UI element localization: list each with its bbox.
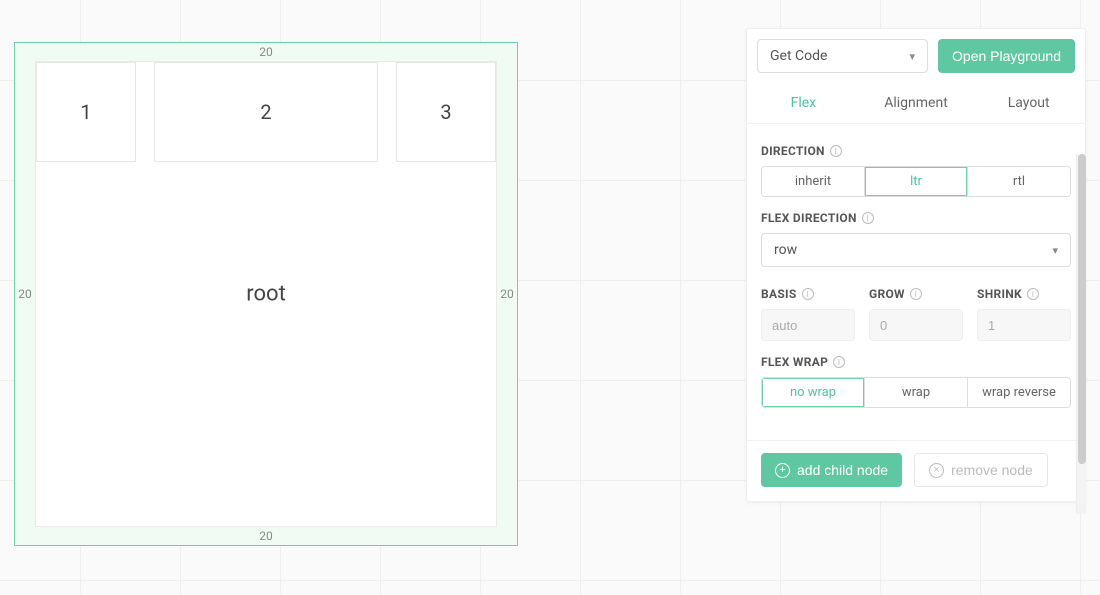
scroll-thumb[interactable] bbox=[1078, 154, 1086, 464]
direction-rtl[interactable]: rtl bbox=[967, 167, 1070, 196]
get-code-dropdown[interactable]: Get Code ▾ bbox=[757, 39, 928, 73]
open-playground-button[interactable]: Open Playground bbox=[938, 39, 1075, 73]
flex-wrap-label-text: FLEX WRAP bbox=[761, 355, 828, 369]
info-icon[interactable]: i bbox=[910, 288, 922, 300]
flex-wrap-segmented: no wrap wrap wrap reverse bbox=[761, 377, 1071, 408]
child-node-3[interactable]: 3 bbox=[396, 62, 496, 162]
shrink-input[interactable] bbox=[977, 309, 1071, 341]
tab-layout[interactable]: Layout bbox=[972, 83, 1085, 123]
root-node[interactable]: 1 2 3 root bbox=[35, 61, 497, 527]
info-icon[interactable]: i bbox=[802, 288, 814, 300]
shrink-label: SHRINK i bbox=[977, 287, 1071, 301]
info-icon[interactable]: i bbox=[862, 212, 874, 224]
open-playground-label: Open Playground bbox=[952, 48, 1061, 64]
flex-direction-value: row bbox=[774, 242, 797, 258]
plus-circle-icon: + bbox=[775, 463, 790, 478]
info-icon[interactable]: i bbox=[1027, 288, 1039, 300]
remove-node-label: remove node bbox=[951, 462, 1033, 478]
panel-body: DIRECTION i inherit ltr rtl FLEX DIRECTI… bbox=[747, 124, 1085, 440]
padding-left-label: 20 bbox=[15, 287, 35, 301]
direction-segmented: inherit ltr rtl bbox=[761, 166, 1071, 197]
add-child-label: add child node bbox=[797, 462, 888, 478]
flex-direction-label-text: FLEX DIRECTION bbox=[761, 211, 857, 225]
child-node-2[interactable]: 2 bbox=[154, 62, 378, 162]
panel-footer: + add child node × remove node bbox=[747, 440, 1085, 501]
direction-inherit[interactable]: inherit bbox=[762, 167, 864, 196]
padding-bottom-label: 20 bbox=[259, 529, 273, 543]
panel-header: Get Code ▾ Open Playground bbox=[747, 29, 1085, 83]
grow-label-text: GROW bbox=[869, 287, 905, 301]
direction-label-text: DIRECTION bbox=[761, 144, 825, 158]
add-child-node-button[interactable]: + add child node bbox=[761, 453, 902, 487]
flex-direction-section-label: FLEX DIRECTION i bbox=[761, 211, 1071, 225]
info-icon[interactable]: i bbox=[830, 145, 842, 157]
grow-label: GROW i bbox=[869, 287, 963, 301]
flex-wrap-wrap[interactable]: wrap bbox=[864, 378, 967, 407]
direction-ltr[interactable]: ltr bbox=[864, 167, 967, 196]
padding-right-label: 20 bbox=[497, 287, 517, 301]
shrink-label-text: SHRINK bbox=[977, 287, 1022, 301]
remove-node-button[interactable]: × remove node bbox=[914, 453, 1048, 487]
x-circle-icon: × bbox=[929, 463, 944, 478]
flex-wrap-section-label: FLEX WRAP i bbox=[761, 355, 1071, 369]
direction-section-label: DIRECTION i bbox=[761, 144, 1071, 158]
child-label: 1 bbox=[80, 100, 91, 124]
canvas-mid-row: 20 1 2 3 root 20 bbox=[15, 61, 517, 527]
flex-wrap-wrap-reverse[interactable]: wrap reverse bbox=[967, 378, 1070, 407]
flex-wrap-nowrap[interactable]: no wrap bbox=[762, 378, 864, 407]
flex-direction-select[interactable]: row ▾ bbox=[761, 233, 1071, 267]
panel-scrollbar[interactable] bbox=[1076, 154, 1086, 514]
panel-tabs: Flex Alignment Layout bbox=[747, 83, 1085, 124]
layout-canvas[interactable]: 20 20 1 2 3 root 20 20 bbox=[14, 42, 518, 546]
basis-grow-shrink-row: BASIS i GROW i SHRINK i bbox=[761, 281, 1071, 341]
get-code-label: Get Code bbox=[770, 48, 827, 64]
root-node-label: root bbox=[246, 282, 286, 307]
tab-alignment[interactable]: Alignment bbox=[860, 83, 973, 123]
child-label: 2 bbox=[260, 100, 271, 124]
tab-flex[interactable]: Flex bbox=[747, 83, 860, 123]
grow-input[interactable] bbox=[869, 309, 963, 341]
basis-label-text: BASIS bbox=[761, 287, 797, 301]
padding-top-label: 20 bbox=[259, 45, 273, 59]
child-label: 3 bbox=[440, 100, 451, 124]
basis-label: BASIS i bbox=[761, 287, 855, 301]
basis-input[interactable] bbox=[761, 309, 855, 341]
chevron-down-icon: ▾ bbox=[910, 50, 916, 63]
info-icon[interactable]: i bbox=[833, 356, 845, 368]
properties-panel: Get Code ▾ Open Playground Flex Alignmen… bbox=[746, 28, 1086, 502]
chevron-down-icon: ▾ bbox=[1052, 244, 1058, 257]
child-node-1[interactable]: 1 bbox=[36, 62, 136, 162]
